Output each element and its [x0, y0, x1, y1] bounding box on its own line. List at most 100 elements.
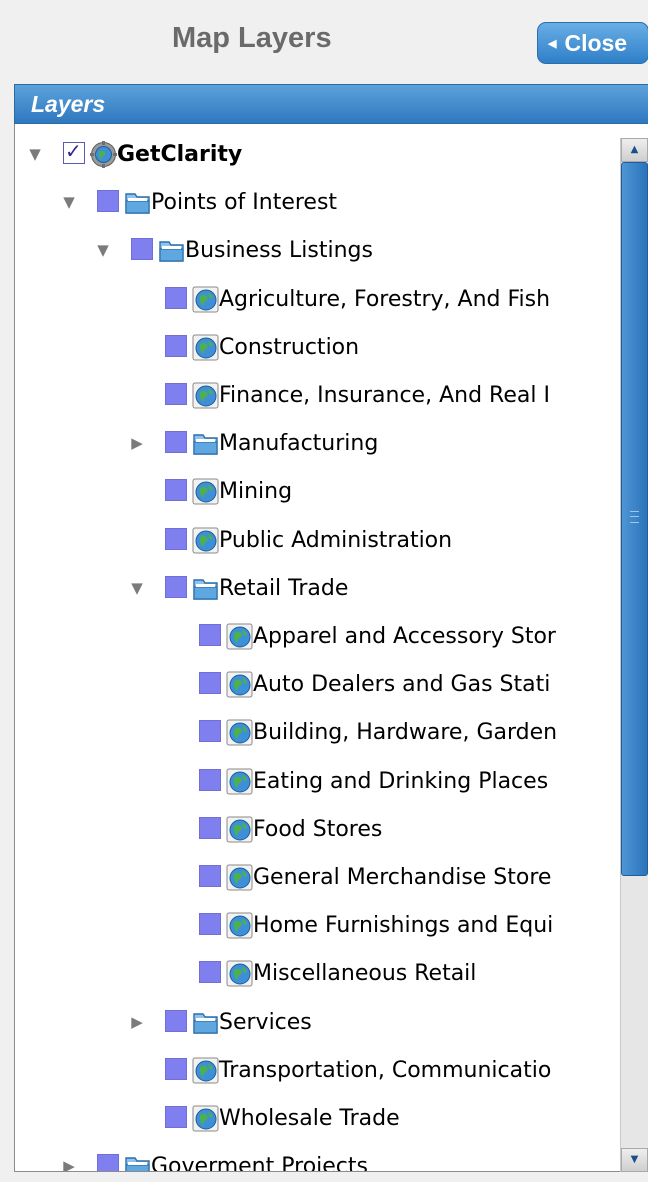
tree-node-public-administration[interactable]: Public Administration [15, 524, 621, 556]
folder-icon [192, 430, 219, 457]
tree-node-getclarity[interactable]: ▼ GetClarity [15, 138, 621, 170]
globe-layer-icon [192, 527, 219, 554]
close-button[interactable]: ◀ Close [537, 22, 648, 64]
globe-layer-icon [226, 816, 253, 843]
layer-checkbox[interactable] [165, 1057, 187, 1080]
tree-node-mining[interactable]: Mining [15, 475, 621, 507]
layer-checkbox[interactable] [131, 238, 153, 261]
layer-checkbox[interactable] [165, 527, 187, 550]
layer-checkbox[interactable] [97, 1154, 119, 1171]
layer-label: Public Administration [219, 527, 453, 553]
dialog-header: Map Layers ◀ Close [0, 0, 648, 84]
tree-node-goverment-projects[interactable]: ▶ Goverment Projects [15, 1150, 621, 1171]
globe-layer-icon [226, 912, 253, 939]
layer-checkbox[interactable] [199, 624, 221, 646]
layer-label: Transportation, Communicatio [219, 1057, 552, 1083]
tree-node-eating-and-drinking-places[interactable]: Eating and Drinking Places [15, 765, 621, 797]
layer-label: Mining [219, 479, 293, 505]
globe-layer-icon [192, 382, 219, 409]
tree-node-business-listings[interactable]: ▼ Business Listings [15, 234, 621, 266]
folder-icon [192, 1009, 219, 1036]
scroll-down-button[interactable]: ▼ [621, 1148, 648, 1172]
folder-icon [158, 237, 185, 264]
layer-checkbox[interactable] [165, 431, 187, 454]
tree-node-miscellaneous-retail[interactable]: Miscellaneous Retail [15, 957, 621, 989]
layer-checkbox[interactable] [165, 334, 187, 357]
layer-checkbox[interactable] [97, 190, 119, 213]
layer-checkbox[interactable] [63, 139, 85, 164]
tree-node-auto-dealers-and-gas-stati[interactable]: Auto Dealers and Gas Stati [15, 668, 621, 700]
tree-node-food-stores[interactable]: Food Stores [15, 813, 621, 845]
arrow-down-icon: ▼ [630, 1154, 639, 1165]
layer-label: Agriculture, Forestry, And Fish [219, 286, 551, 312]
tree-node-agriculture-forestry-and-fish[interactable]: Agriculture, Forestry, And Fish [15, 283, 621, 315]
layer-checkbox[interactable] [199, 672, 221, 695]
layers-panel-header: Layers [14, 84, 648, 124]
expand-arrow-right-icon[interactable]: ▶ [61, 1155, 77, 1171]
globe-layer-icon [192, 286, 219, 313]
chevron-left-icon: ◀ [548, 37, 557, 50]
expand-arrow-right-icon[interactable]: ▶ [129, 432, 145, 454]
tree-node-services[interactable]: ▶ Services [15, 1006, 621, 1038]
layer-checkbox[interactable] [199, 768, 221, 791]
layer-checkbox[interactable] [165, 575, 187, 598]
layer-checkbox[interactable] [199, 816, 221, 839]
layer-label: Retail Trade [219, 575, 349, 601]
layer-label: Services [219, 1009, 312, 1035]
expand-arrow-down-icon[interactable]: ▼ [129, 577, 145, 599]
layer-label: General Merchandise Store [253, 865, 552, 890]
tree-node-general-merchandise-store[interactable]: General Merchandise Store [15, 861, 621, 893]
globe-layer-icon [226, 960, 253, 987]
layer-checkbox[interactable] [165, 1009, 187, 1032]
layer-checkbox[interactable] [165, 383, 187, 405]
expand-arrow-right-icon[interactable]: ▶ [129, 1011, 145, 1033]
layer-label: Food Stores [253, 816, 383, 842]
tree-node-apparel-and-accessory-stor[interactable]: Apparel and Accessory Stor [15, 620, 621, 652]
layer-checkbox[interactable] [165, 479, 187, 502]
layer-checkbox[interactable] [199, 865, 221, 887]
layer-checkbox[interactable] [199, 913, 221, 936]
layer-label: GetClarity [117, 142, 243, 167]
tree-node-wholesale-trade[interactable]: Wholesale Trade [15, 1102, 621, 1134]
folder-icon [124, 1153, 151, 1171]
layer-label: Manufacturing [219, 431, 379, 457]
layer-label: Business Listings [185, 238, 373, 264]
tree-node-points-of-interest[interactable]: ▼ Points of Interest [15, 186, 621, 218]
tree-node-finance-insurance-and-real-i[interactable]: Finance, Insurance, And Real I [15, 379, 621, 411]
layer-checkbox[interactable] [199, 720, 221, 743]
globe-layer-icon [192, 334, 219, 361]
globe-layer-icon [226, 671, 253, 698]
tree-node-construction[interactable]: Construction [15, 331, 621, 363]
folder-icon [192, 575, 219, 602]
layers-panel-title: Layers [31, 91, 106, 117]
layer-label: Finance, Insurance, And Real I [219, 383, 550, 408]
scrollbar-thumb[interactable] [621, 162, 648, 876]
grip-icon [630, 511, 639, 523]
layer-label: Miscellaneous Retail [253, 961, 477, 987]
globe-layer-icon [226, 768, 253, 795]
layer-checkbox[interactable] [165, 1106, 187, 1128]
layer-label: Auto Dealers and Gas Stati [253, 672, 551, 698]
gear-globe-icon [90, 141, 117, 168]
tree-node-building-hardware-garden[interactable]: Building, Hardware, Garden [15, 716, 621, 748]
expand-arrow-down-icon[interactable]: ▼ [61, 191, 77, 213]
layer-label: Wholesale Trade [219, 1106, 400, 1131]
expand-arrow-down-icon[interactable]: ▼ [27, 143, 43, 165]
tree-node-manufacturing[interactable]: ▶ Manufacturing [15, 427, 621, 459]
layer-label: Apparel and Accessory Stor [253, 624, 556, 649]
tree-node-retail-trade[interactable]: ▼ Retail Trade [15, 572, 621, 604]
layer-label: Construction [219, 334, 360, 360]
layer-checkbox[interactable] [165, 286, 187, 309]
scroll-up-button[interactable]: ▲ [621, 138, 648, 162]
layer-checkbox[interactable] [199, 961, 221, 984]
tree-node-transportation-communicatio[interactable]: Transportation, Communicatio [15, 1054, 621, 1086]
globe-layer-icon [192, 1105, 219, 1132]
globe-layer-icon [226, 623, 253, 650]
dialog-title: Map Layers [172, 22, 332, 54]
folder-icon [124, 189, 151, 216]
expand-arrow-down-icon[interactable]: ▼ [95, 239, 111, 261]
tree-node-home-furnishings-and-equi[interactable]: Home Furnishings and Equi [15, 909, 621, 941]
globe-layer-icon [226, 719, 253, 746]
globe-layer-icon [192, 1057, 219, 1084]
layer-tree: ▼ GetClarity ▼ Points of Interest ▼ Business … [14, 124, 648, 1172]
